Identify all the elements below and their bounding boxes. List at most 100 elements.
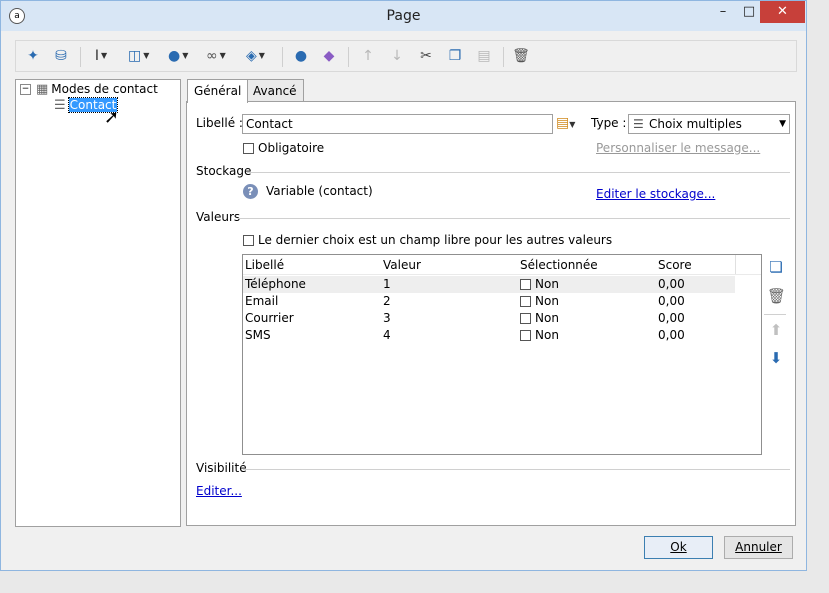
checkbox-box[interactable] (520, 279, 531, 290)
cell-libelle: Email (245, 294, 279, 308)
obligatoire-checkbox[interactable]: Obligatoire (243, 141, 324, 155)
maximize-button[interactable]: □ (735, 1, 763, 23)
user-icon[interactable]: ● (292, 46, 310, 66)
cell-selectionnee[interactable]: Non (520, 328, 559, 342)
tab-avance[interactable]: Avancé (246, 79, 304, 101)
column-header-score[interactable]: Score (658, 258, 692, 272)
table-row[interactable]: Téléphone 1 Non 0,00 (243, 276, 735, 293)
list-icon: ☰ (54, 98, 66, 113)
cancel-button-label: Annuler (735, 540, 782, 554)
globe-icon[interactable]: ● ▼ (168, 46, 188, 66)
type-label: Type : (591, 116, 627, 130)
cell-libelle: Téléphone (245, 277, 306, 291)
add-shape-icon[interactable]: ◆ (320, 46, 338, 66)
cancel-button[interactable]: Annuler (724, 536, 793, 559)
checkbox-box[interactable] (520, 330, 531, 341)
text-cursor-icon[interactable]: Ι ▼ (92, 46, 110, 66)
help-icon: ? (243, 184, 258, 199)
table-row[interactable]: SMS 4 Non 0,00 (243, 327, 735, 344)
scissors-icon[interactable]: ✂ (417, 46, 435, 66)
libelle-input[interactable]: Contact (242, 114, 553, 134)
link-icon[interactable]: ∞ ▼ (206, 46, 226, 66)
divider (247, 172, 790, 173)
variable-info: ? Variable (contact) (243, 184, 373, 199)
cell-selectionnee[interactable]: Non (520, 294, 559, 308)
arrow-down-icon[interactable]: ⬇ (767, 349, 785, 367)
divider (735, 255, 736, 274)
cell-libelle: SMS (245, 328, 271, 342)
dernier-choix-checkbox[interactable]: Le dernier choix est un champ libre pour… (243, 233, 612, 247)
column-header-valeur[interactable]: Valeur (383, 258, 421, 272)
title-bar[interactable]: a Page – □ ✕ (1, 1, 806, 31)
editer-stockage-link[interactable]: Editer le stockage... (596, 187, 715, 201)
checkbox-box[interactable] (243, 143, 254, 154)
column-header-selectionnee[interactable]: Sélectionnée (520, 258, 598, 272)
expression-editor-icon[interactable]: ▤▼ (556, 115, 575, 131)
arrow-up-icon[interactable]: ⬆ (767, 321, 785, 339)
general-panel: Libellé : Contact ▤▼ Type : ☰ Choix mult… (186, 101, 796, 526)
trash-icon[interactable]: 🗑 (512, 46, 530, 66)
magic-wand-icon[interactable]: ✦ (24, 46, 42, 66)
add-field-icon[interactable]: ◫ ▼ (128, 46, 149, 66)
minimize-button[interactable]: – (709, 1, 737, 23)
cell-selectionnee[interactable]: Non (520, 311, 559, 325)
table-row[interactable]: Courrier 3 Non 0,00 (243, 310, 735, 327)
cell-valeur: 4 (383, 328, 391, 342)
cell-score: 0,00 (658, 328, 685, 342)
visibilite-section-label: Visibilité (196, 461, 247, 475)
paste-icon[interactable]: ▤ (475, 46, 493, 66)
dernier-choix-label: Le dernier choix est un champ libre pour… (258, 233, 613, 247)
copy-icon[interactable]: ❐ (446, 46, 464, 66)
divider (764, 314, 786, 315)
cell-selectionnee-label: Non (535, 294, 559, 308)
close-button[interactable]: ✕ (760, 1, 805, 23)
stockage-section-label: Stockage (196, 164, 252, 178)
type-select-value: Choix multiples (649, 117, 742, 131)
type-select[interactable]: ☰ Choix multiples ▼ (628, 114, 790, 134)
editer-visibilite-link[interactable]: Editer... (196, 484, 242, 498)
ok-button[interactable]: Ok (644, 536, 713, 559)
toolbar-separator (348, 47, 349, 67)
tree-view[interactable]: − ▦ Modes de contact ☰ Contact (15, 79, 181, 527)
toolbar: ✦ ⛁ Ι ▼ ◫ ▼ ● ▼ ∞ ▼ ◈ ▼ ● ◆ ↑ ↓ ✂ ❐ ▤ 🗑 (15, 40, 797, 72)
checkbox-box[interactable] (520, 313, 531, 324)
column-header-libelle[interactable]: Libellé (245, 258, 284, 272)
tree-item-modes-de-contact[interactable]: − ▦ Modes de contact (20, 81, 158, 97)
arrow-down-icon[interactable]: ↓ (388, 46, 406, 66)
table-icon: ▦ (36, 82, 49, 97)
divider (243, 469, 790, 470)
cell-selectionnee[interactable]: Non (520, 277, 559, 291)
toolbar-separator (80, 47, 81, 67)
cell-score: 0,00 (658, 277, 685, 291)
chevron-down-icon[interactable]: ▼ (779, 115, 786, 133)
cell-valeur: 3 (383, 311, 391, 325)
database-refresh-icon[interactable]: ⛁ (52, 46, 70, 66)
cell-score: 0,00 (658, 311, 685, 325)
cell-selectionnee-label: Non (535, 311, 559, 325)
values-table[interactable]: Libellé Valeur Sélectionnée Score Téléph… (242, 254, 762, 455)
tab-general[interactable]: Général (187, 79, 249, 103)
valeurs-section-label: Valeurs (196, 210, 241, 224)
toolbar-separator (282, 47, 283, 67)
tree-item-label: Modes de contact (51, 82, 158, 96)
add-value-icon[interactable]: ❏ (767, 258, 785, 276)
checkbox-box[interactable] (243, 235, 254, 246)
arrow-up-icon[interactable]: ↑ (359, 46, 377, 66)
collapse-icon[interactable]: − (20, 84, 31, 95)
table-header: Libellé Valeur Sélectionnée Score (243, 255, 761, 275)
trash-icon[interactable]: 🗑 (767, 287, 786, 305)
window-title: Page (386, 8, 421, 24)
cell-score: 0,00 (658, 294, 685, 308)
table-row[interactable]: Email 2 Non 0,00 (243, 293, 735, 310)
cell-valeur: 1 (383, 277, 391, 291)
checkbox-box[interactable] (520, 296, 531, 307)
cell-selectionnee-label: Non (535, 328, 559, 342)
ok-button-label: Ok (670, 540, 687, 554)
layers-icon[interactable]: ◈ ▼ (246, 46, 265, 66)
divider (238, 218, 790, 219)
list-icon: ☰ (633, 117, 644, 131)
variable-text: Variable (contact) (266, 184, 373, 198)
personnaliser-message-link[interactable]: Personnaliser le message... (596, 141, 760, 155)
cell-valeur: 2 (383, 294, 391, 308)
cell-selectionnee-label: Non (535, 277, 559, 291)
